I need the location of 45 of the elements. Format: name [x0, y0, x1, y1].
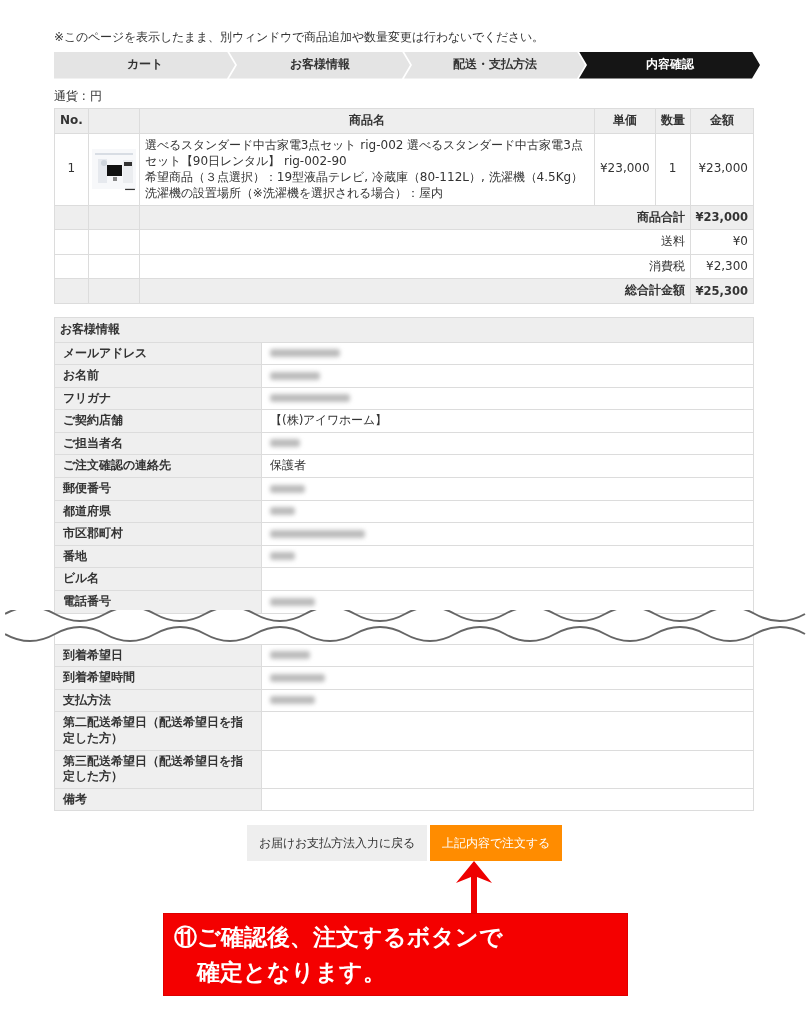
column-header: 金額 [690, 108, 754, 134]
product-description: 選べるスタンダード中古家電3点セット rig-002 選べるスタンダード中古家電3点セット【90日レンタル】 rig-002-90 [144, 136, 584, 170]
summary-value: ¥0 [690, 229, 754, 255]
field-label: 番地 [54, 545, 262, 568]
summary-value: ¥2,300 [690, 254, 754, 279]
field-label: フリガナ [54, 387, 262, 410]
column-header: 商品名 [139, 108, 595, 134]
field-label: ご注文確認の連絡先 [54, 454, 262, 478]
field-label: 都道府県 [54, 500, 262, 523]
summary-label: 消費税 [139, 254, 691, 279]
field-label: 第二配送希望日（配送希望日を指定した方） [54, 711, 262, 751]
field-label: 市区郡町村 [54, 522, 262, 546]
field-label: 第三配送希望日（配送希望日を指定した方） [54, 750, 262, 789]
field-label: 到着希望時間 [54, 666, 262, 690]
field-label: ご担当者名 [54, 432, 262, 455]
table-cell: 1 [54, 133, 89, 206]
field-label: 到着希望日 [54, 644, 262, 667]
field-value: 【(株)アイワホーム】 [270, 413, 388, 428]
field-label: 支払方法 [54, 689, 262, 712]
field-label: メールアドレス [54, 342, 262, 365]
currency-label: 通貨 : 円 [54, 88, 103, 105]
field-label: 郵便番号 [54, 477, 262, 501]
thumbnail-caption: ー [123, 182, 136, 199]
field-value: 保護者 [270, 458, 306, 473]
column-header: No. [54, 108, 89, 134]
table-cell: 1 [655, 133, 691, 206]
table-cell: ¥23,000 [690, 133, 754, 206]
table-cell: ¥23,000 [594, 133, 656, 206]
step-number: ⑪ [173, 923, 197, 953]
notice-text: ※このページを表示したまま、別ウィンドウで商品追加や数量変更は行わないでください。 [54, 30, 546, 46]
summary-label: 送料 [139, 229, 691, 255]
field-label: ビル名 [54, 567, 262, 591]
total-label: 総合計金額 [139, 278, 691, 304]
field-label: お名前 [54, 364, 262, 388]
back-button[interactable]: お届けお支払方法入力に戻る [246, 825, 427, 862]
callout-text: 確定となります。 [196, 957, 387, 987]
field-label: 備考 [54, 788, 262, 811]
field-label: ご契約店舗 [54, 409, 262, 433]
section-title: お客様情報 [54, 317, 754, 342]
column-header: 数量 [655, 108, 691, 134]
column-header: 単価 [594, 108, 656, 134]
total-label: 商品合計 [139, 205, 691, 230]
product-description: 希望商品（３点選択）：19型液晶テレビ, 冷蔵庫（80-112L）, 洗濯機（4.5Kg） [144, 169, 585, 186]
product-description: 洗濯機の設置場所（※洗濯機を選択される場合）：屋内 [144, 185, 444, 202]
callout-text: ご確認後、注文するボタンで [196, 923, 503, 953]
